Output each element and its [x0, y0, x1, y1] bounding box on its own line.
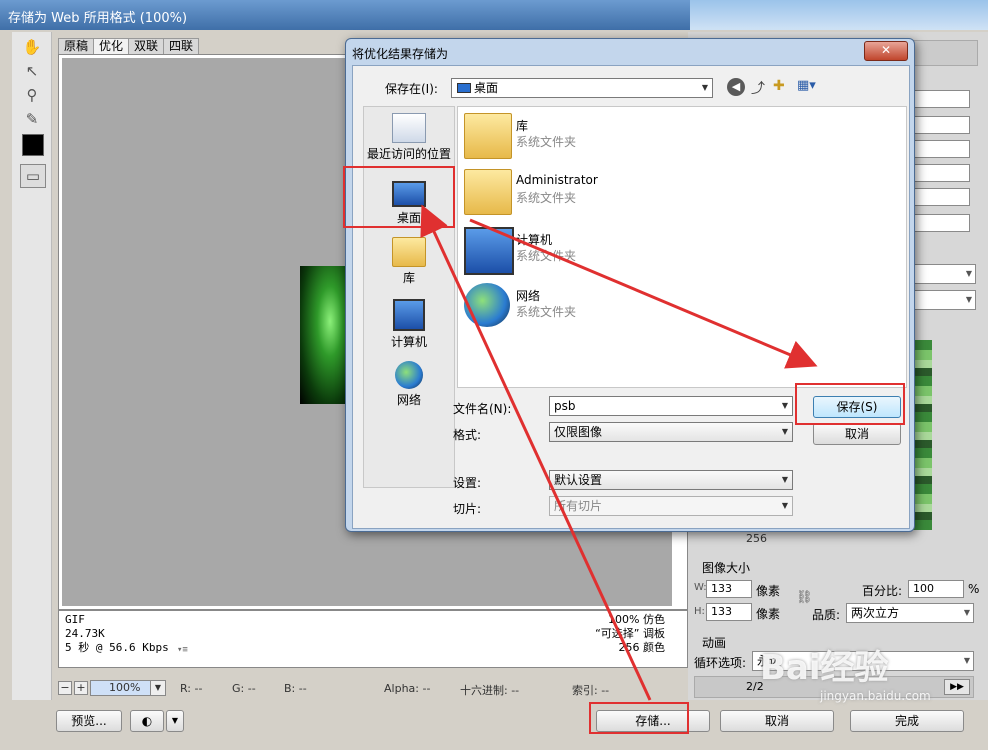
- watermark-subtext: jingyan.baidu.com: [820, 689, 931, 703]
- arrow-to-save: [469, 218, 818, 369]
- annotation-arrows: [420, 204, 818, 701]
- watermark-text: Bai经验: [760, 648, 889, 688]
- baidu-watermark-logo: Bai经验 jingyan.baidu.com: [760, 640, 988, 730]
- arrow-to-desktop: [420, 204, 652, 701]
